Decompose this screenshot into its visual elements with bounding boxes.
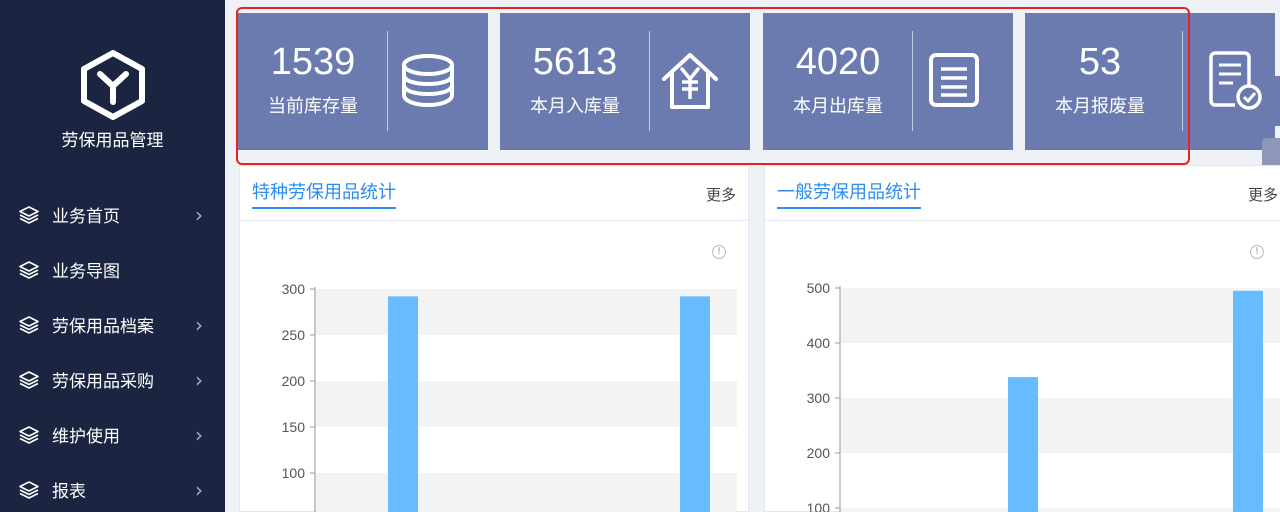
chevron-right-icon: ›	[195, 367, 203, 392]
sidebar-item-label: 业务首页	[52, 207, 120, 227]
layers-icon	[18, 424, 40, 446]
layers-icon	[18, 479, 40, 501]
grid-band	[840, 398, 1280, 453]
certificate-icon	[1205, 49, 1269, 113]
sidebar-item-home[interactable]: 业务首页 ›	[0, 187, 225, 242]
bar	[1233, 290, 1263, 512]
edge-tab-top[interactable]	[1262, 76, 1280, 126]
y-tick-label: 300	[807, 390, 831, 406]
sidebar-item-label: 劳保用品档案	[52, 317, 154, 337]
sidebar-item-reports[interactable]: 报表 ›	[0, 462, 225, 512]
sidebar-item-label: 报表	[52, 482, 86, 502]
sidebar-menu: 业务首页 › 业务导图 劳保用品档案 › 劳保用品采购 › 维护使用 › 报表 …	[0, 187, 225, 512]
y-tick-label: 200	[282, 373, 306, 389]
sidebar-item-archive[interactable]: 劳保用品档案 ›	[0, 297, 225, 352]
sidebar-item-label: 劳保用品采购	[52, 372, 154, 392]
layers-icon	[18, 204, 40, 226]
grid-band	[315, 289, 737, 335]
y-tick-label: 100	[282, 465, 306, 481]
layers-icon	[18, 314, 40, 336]
chart-special: 300 250 200 150 100	[282, 281, 737, 512]
logo-icon	[81, 50, 145, 120]
grid-band	[315, 381, 737, 427]
sidebar-item-label: 维护使用	[52, 427, 120, 447]
chevron-right-icon: ›	[195, 422, 203, 447]
y-tick-label: 400	[807, 335, 831, 351]
y-tick-label: 300	[282, 281, 306, 297]
y-tick-label: 100	[807, 500, 831, 512]
sidebar-item-purchase[interactable]: 劳保用品采购 ›	[0, 352, 225, 407]
y-tick-label: 500	[807, 280, 831, 296]
bar	[388, 296, 418, 512]
highlight-frame	[236, 7, 1190, 165]
chart-general: 500 400 300 200 100	[807, 280, 1280, 512]
app-title: 劳保用品管理	[61, 131, 164, 151]
bar	[1008, 377, 1038, 512]
grid-band	[315, 473, 737, 512]
chevron-right-icon: ›	[195, 312, 203, 337]
sidebar: 劳保用品管理 业务首页 › 业务导图 劳保用品档案 › 劳保用品采购 › 维护使…	[0, 0, 225, 512]
bar	[680, 296, 710, 512]
app-logo	[80, 50, 146, 120]
y-tick-label: 150	[282, 419, 306, 435]
grid-band	[840, 508, 1280, 512]
panel-special-stats: 特种劳保用品统计 更多 ! 300 250 200 150 100	[239, 165, 749, 512]
sidebar-item-label: 业务导图	[52, 262, 120, 282]
y-tick-label: 250	[282, 327, 306, 343]
sidebar-item-map[interactable]: 业务导图	[0, 242, 225, 297]
sidebar-item-maintenance[interactable]: 维护使用 ›	[0, 407, 225, 462]
layers-icon	[18, 369, 40, 391]
panel-general-stats: 一般劳保用品统计 更多 ! 500 400 300 200 100	[764, 165, 1280, 512]
layers-icon	[18, 259, 40, 281]
chevron-right-icon: ›	[195, 202, 203, 227]
chevron-right-icon: ›	[195, 477, 203, 502]
grid-band	[840, 288, 1280, 343]
y-tick-label: 200	[807, 445, 831, 461]
